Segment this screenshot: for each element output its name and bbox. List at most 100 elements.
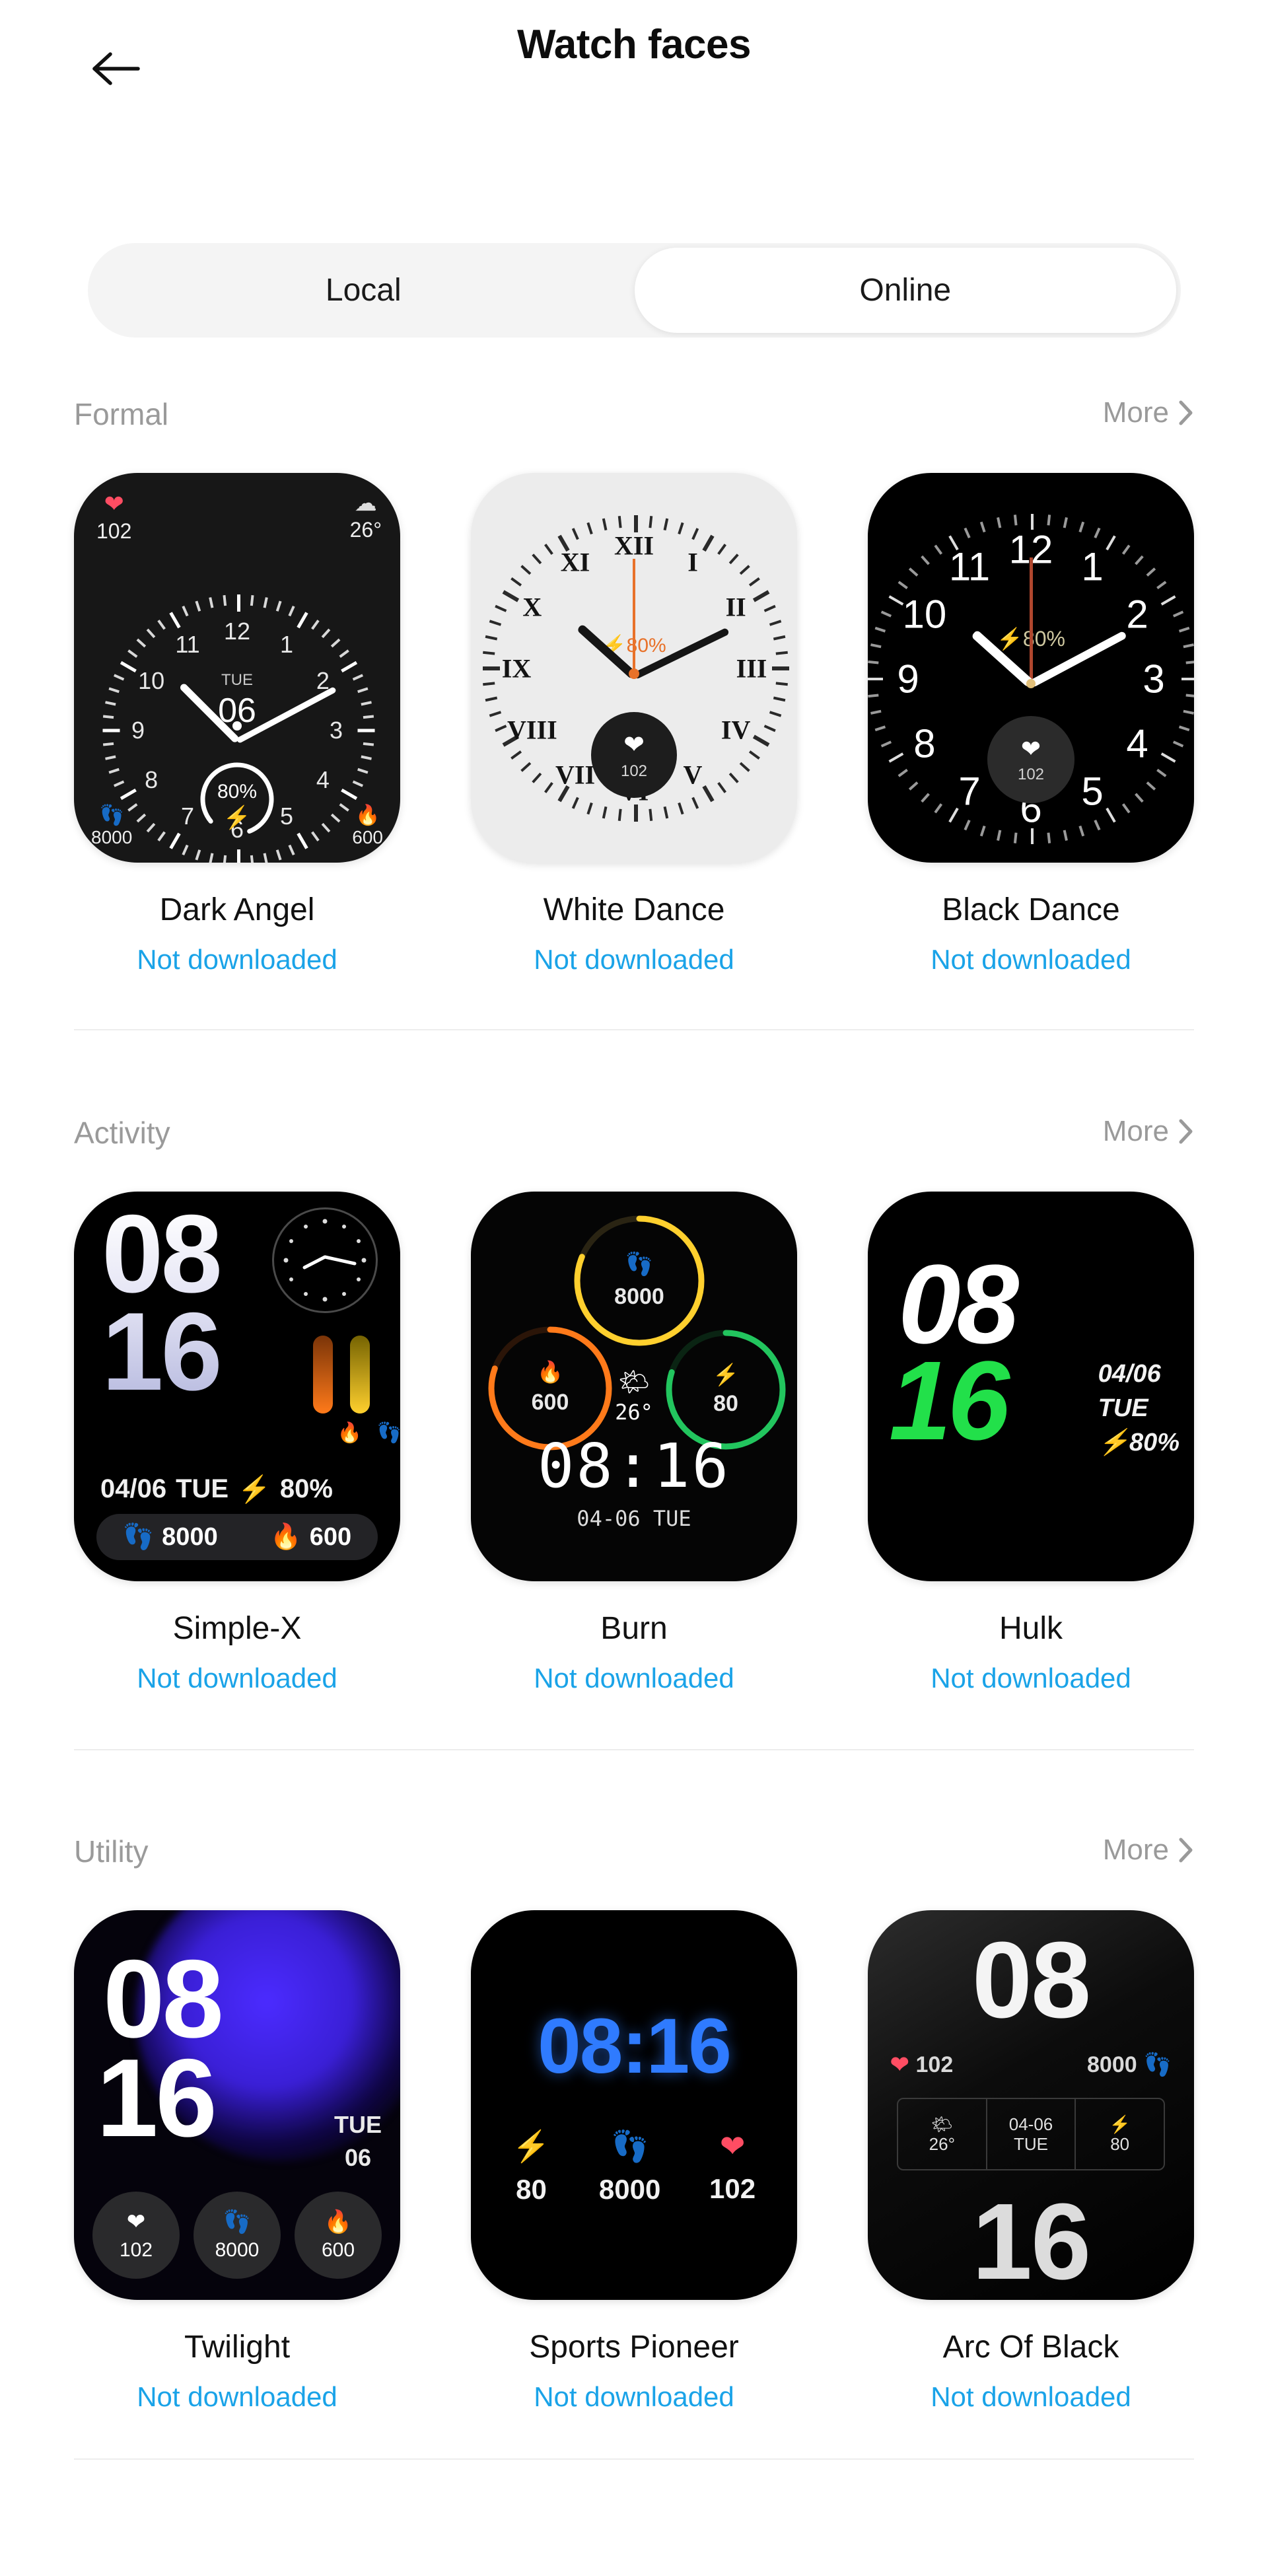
section-title: Activity — [74, 1116, 170, 1150]
calories-pill: 🔥 600 — [295, 2192, 382, 2279]
more-link-formal[interactable]: More — [1103, 396, 1194, 429]
watch-face-thumbnail-arc-of-black[interactable]: 08 ❤ 102 8000 👣 🌤 26° 04-06 TUE ⚡ 80 16 — [868, 1910, 1194, 2300]
dial-numeral: II — [725, 592, 746, 622]
dial-tick — [120, 788, 137, 801]
dial-numeral: VIII — [507, 715, 557, 745]
calories-icon: 🔥 — [355, 805, 380, 826]
dial-tick — [341, 661, 358, 673]
dial-tick — [1121, 803, 1131, 814]
tab-local[interactable]: Local — [92, 248, 635, 333]
watch-face-thumbnail-hulk[interactable]: 08 16 04/06 TUE ⚡80% — [868, 1192, 1194, 1581]
hour-value: 08 — [971, 1919, 1091, 2040]
dial-tick — [1172, 610, 1184, 618]
watch-face-card[interactable]: 12 1 2 3 4 5 6 7 8 9 10 11 ⚡80% ❤ 102 Bl… — [868, 473, 1194, 976]
dial-numeral: I — [687, 547, 698, 577]
watch-face-thumbnail-simple-x[interactable]: 08 16 🔥 👣 04/06 TUE ⚡ 80% 👣 8000 🔥 600 — [74, 1192, 400, 1581]
watch-face-thumbnail-burn[interactable]: 👣 8000 🔥 600 ⚡ 80 🌤 26° 08:16 04-06 TUE — [471, 1192, 797, 1581]
time-display: 08:16 — [538, 1431, 730, 1501]
steps-value: 8000 — [215, 2239, 260, 2261]
dial-tick — [136, 638, 147, 648]
watch-face-name: Twilight — [184, 2330, 291, 2365]
dial-tick — [263, 597, 268, 608]
battery-complication: 80% ⚡ — [195, 757, 279, 841]
stat-pills: ❤ 102 👣 8000 🔥 600 — [92, 2192, 382, 2279]
dial-tick — [979, 521, 986, 533]
dial-tick — [495, 604, 507, 612]
watch-face-status: Not downloaded — [137, 1663, 337, 1694]
watch-face-thumbnail-twilight[interactable]: 08 16 TUE 06 ❤ 102 👣 8000 🔥 600 — [74, 1910, 400, 2300]
dial-tick — [1106, 535, 1116, 551]
dial-tick — [921, 555, 930, 565]
dial-tick — [874, 725, 886, 732]
more-link-activity[interactable]: More — [1103, 1115, 1194, 1148]
dial-tick — [275, 600, 282, 612]
dial-tick — [775, 682, 788, 686]
dial-tick — [1078, 521, 1085, 533]
more-link-utility[interactable]: More — [1103, 1834, 1194, 1867]
dial-tick — [702, 785, 715, 803]
temp-value: 26° — [929, 2134, 955, 2154]
watch-face-status: Not downloaded — [534, 1663, 734, 1694]
dial-numeral: 4 — [1126, 721, 1148, 766]
stat-row: ⚡ 80 👣 8000 ❤ 102 — [488, 2128, 780, 2205]
dial-tick — [483, 682, 495, 686]
watch-face-thumbnail-sports-pioneer[interactable]: 08:16 ⚡ 80 👣 8000 ❤ 102 — [471, 1910, 797, 2300]
dial-tick — [108, 687, 120, 694]
weekday-value: TUE — [1098, 1394, 1148, 1422]
watch-face-card[interactable]: 08 ❤ 102 8000 👣 🌤 26° 04-06 TUE ⚡ 80 16 … — [868, 1910, 1194, 2413]
dial-tick — [1183, 709, 1194, 715]
watch-face-status: Not downloaded — [931, 1663, 1131, 1694]
dial-tick — [485, 635, 498, 641]
watch-face-status: Not downloaded — [534, 2381, 734, 2412]
dial-tick — [113, 674, 125, 681]
dial-tick — [617, 516, 622, 528]
minute-value: 16 — [102, 1289, 220, 1413]
watch-face-card[interactable]: ❤ 102 ☁ 26° 12 1 2 3 4 5 6 7 8 9 10 11 TUE 06 — [74, 473, 400, 976]
dial-numeral: 3 — [329, 717, 343, 744]
weekday-value: TUE — [334, 2111, 382, 2138]
date-complication: 04/06 TUE ⚡ 80% — [100, 1474, 333, 1505]
dial-tick — [678, 522, 684, 535]
temp-value: 26° — [349, 518, 382, 542]
dial-tick — [1185, 660, 1194, 664]
calories-value: 600 — [352, 827, 383, 847]
dial-tick — [102, 715, 114, 719]
dial-tick — [948, 807, 959, 823]
dial-tick — [870, 643, 882, 649]
calories-icon: 🔥 — [537, 1360, 563, 1384]
watch-face-card[interactable]: 08 16 04/06 TUE ⚡80% Hulk Not downloaded — [868, 1192, 1194, 1694]
watch-face-card[interactable]: XIIIIIIIIIVVVIVIIVIIIIXXXI ⚡80% ❤ — [471, 473, 797, 976]
dial-tick — [1172, 740, 1184, 748]
tab-online[interactable]: Online — [634, 248, 1176, 333]
hr-value: 102 — [96, 519, 132, 543]
dial-tick — [108, 768, 120, 774]
watch-face-card[interactable]: 08 16 🔥 👣 04/06 TUE ⚡ 80% 👣 8000 🔥 600 S… — [74, 1192, 400, 1694]
dial-tick — [544, 781, 553, 793]
dial-tick — [209, 853, 214, 863]
dial-tick — [908, 781, 919, 791]
time-display: 08 16 — [102, 1205, 220, 1400]
dial-tick — [1013, 832, 1018, 843]
watch-face-thumbnail-black-dance[interactable]: 12 1 2 3 4 5 6 7 8 9 10 11 ⚡80% ❤ 102 — [868, 473, 1194, 863]
watch-face-card[interactable]: 👣 8000 🔥 600 ⚡ 80 🌤 26° 08:16 04-06 TUE … — [471, 1192, 797, 1694]
dial-tick — [773, 696, 786, 702]
watch-face-card[interactable]: 08 16 TUE 06 ❤ 102 👣 8000 🔥 600 Twilight… — [74, 1910, 400, 2413]
dial-tick — [586, 802, 593, 815]
steps-icon: 👣 — [122, 1523, 155, 1551]
section-divider — [74, 1749, 1194, 1750]
dial-tick — [1160, 752, 1176, 763]
section-header: Utility More — [74, 1834, 1194, 1880]
dial-tick — [339, 803, 349, 812]
dial-tick — [195, 600, 201, 612]
watch-face-card[interactable]: 08:16 ⚡ 80 👣 8000 ❤ 102 Sports Pioneer N… — [471, 1910, 797, 2413]
dial-tick — [739, 565, 750, 575]
weather-cell: 🌤 26° — [898, 2099, 986, 2169]
dial-tick — [352, 674, 364, 681]
watch-face-thumbnail-white-dance[interactable]: XIIIIIIIIIVVVIVIIVIIIIXXXI ⚡80% ❤ — [471, 473, 797, 863]
section-title: Utility — [74, 1834, 149, 1869]
dial-tick — [663, 806, 669, 819]
watch-face-thumbnail-dark-angel[interactable]: ❤ 102 ☁ 26° 12 1 2 3 4 5 6 7 8 9 10 11 TUE 06 — [74, 473, 400, 863]
steps-bar — [350, 1336, 370, 1413]
dial-tick — [763, 725, 776, 733]
dial-numeral: 5 — [279, 802, 294, 830]
